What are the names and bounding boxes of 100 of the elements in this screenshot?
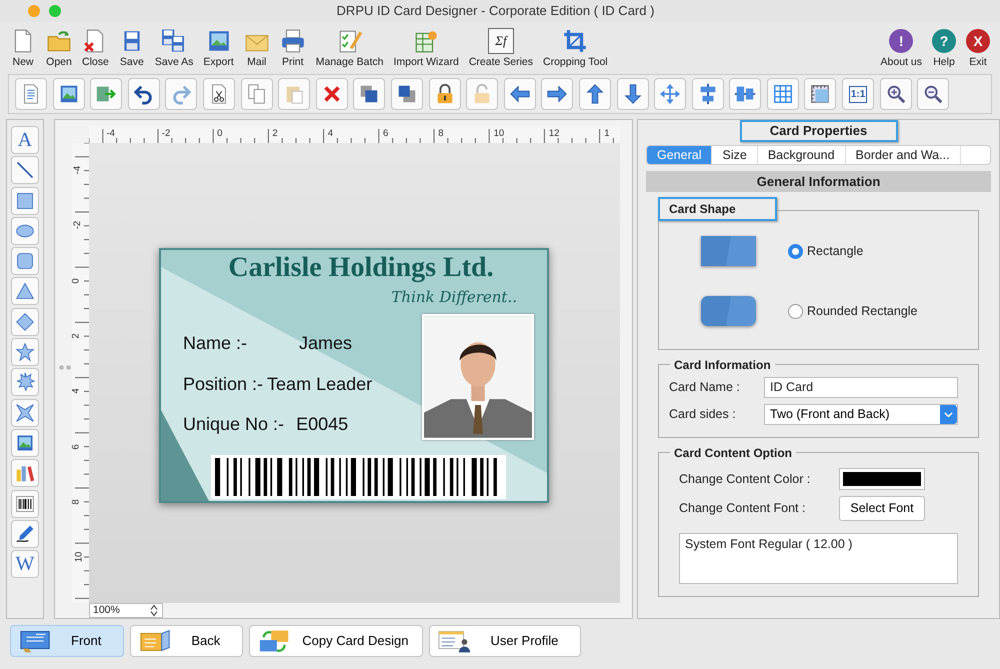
ruler-label: 2 <box>72 333 82 339</box>
shape-preview <box>701 296 756 326</box>
field-value: E0045 <box>296 413 348 436</box>
undo-icon <box>132 83 155 105</box>
zoom-out-icon <box>922 83 944 105</box>
radio-button[interactable] <box>788 244 803 258</box>
toolbar-button[interactable]: Mail <box>242 28 272 68</box>
field-label: Card Name : <box>669 379 740 396</box>
tool-button[interactable] <box>541 78 574 110</box>
toolbar-button[interactable]: Close <box>80 28 111 68</box>
company-name: Carlisle Holdings Ltd. <box>227 252 495 284</box>
ruler-label: 4 <box>72 388 82 394</box>
field-label: Change Content Color : <box>679 470 810 488</box>
zoom-field[interactable]: 100% <box>89 603 163 618</box>
pen-icon <box>15 524 35 544</box>
redo-icon <box>170 83 192 105</box>
toolbar-button[interactable]: ! About us <box>878 29 924 68</box>
ruler-label: -4 <box>73 166 84 174</box>
color-swatch[interactable] <box>839 468 925 490</box>
toolbar-button[interactable]: X Exit <box>964 29 992 68</box>
tab[interactable]: Back <box>130 625 244 657</box>
copy-icon <box>246 83 268 105</box>
ruler-label: -2 <box>73 221 84 230</box>
move-icon <box>659 83 682 105</box>
shape-preview <box>701 236 756 266</box>
letter-tool-icon: W <box>16 552 34 576</box>
ruler-label: -4 <box>106 129 115 139</box>
printer-icon <box>280 28 306 54</box>
four-point-star-icon <box>15 402 35 423</box>
grip-icon <box>59 365 71 370</box>
tool-button[interactable] <box>917 78 950 110</box>
dropdown[interactable]: Two (Front and Back) <box>764 404 958 425</box>
group-title: Card Shape <box>658 197 777 221</box>
round-badge-icon: ! <box>889 29 914 53</box>
tool-button[interactable] <box>880 78 912 110</box>
line-icon <box>15 160 35 180</box>
tool-button[interactable] <box>202 78 235 110</box>
ruler-label: 10 <box>494 129 504 139</box>
tool-button[interactable] <box>616 78 648 110</box>
tool-button[interactable] <box>428 78 461 110</box>
ruler-label: 12 <box>548 129 560 139</box>
actual-size-icon: 1:1 <box>848 86 868 102</box>
field-label: Change Content Font : <box>679 500 806 517</box>
ruler-label: 6 <box>383 129 388 139</box>
tool-button[interactable] <box>578 78 611 110</box>
rectangle-icon <box>15 190 35 211</box>
ruler-label: 0 <box>72 278 82 284</box>
tab[interactable]: Front <box>10 625 124 657</box>
stepper-icon <box>150 604 158 617</box>
toolbar-button[interactable]: Cropping Tool <box>541 28 610 68</box>
star-icon <box>15 342 35 362</box>
radio-button[interactable] <box>788 304 803 318</box>
tab[interactable]: User Profile <box>429 625 582 657</box>
ruler-icon <box>809 83 832 105</box>
starburst-icon <box>15 372 35 392</box>
toolbar-button[interactable]: Save As <box>152 28 196 68</box>
ruler-label: 8 <box>72 499 82 504</box>
picture-icon <box>15 432 35 453</box>
checklist-icon <box>336 28 363 54</box>
tool-button[interactable] <box>804 78 836 110</box>
panel-title: Card Properties <box>740 120 898 142</box>
toolbar-button[interactable]: ? Help <box>930 29 958 68</box>
radio-label: Rounded Rectangle <box>807 302 918 320</box>
user-profile-icon <box>438 629 472 653</box>
toolbar-button[interactable]: Σf Create Series <box>466 28 536 68</box>
letter-tool-icon: A <box>18 128 32 152</box>
toolbar-button[interactable]: Open <box>44 28 74 68</box>
tool-button[interactable]: W <box>11 550 39 578</box>
field-label: Card sides : <box>669 406 736 424</box>
tool-button[interactable]: 1:1 <box>842 78 874 110</box>
toolbar-button[interactable]: Print <box>278 28 308 68</box>
font-preview-field: System Font Regular ( 12.00 ) <box>679 532 958 584</box>
toolbar-button[interactable]: Manage Batch <box>314 28 386 68</box>
formula-icon: Σf <box>488 28 514 54</box>
arrow-left-icon <box>508 83 531 105</box>
select-font-button[interactable]: Select Font <box>839 496 925 521</box>
section-header: General Information <box>646 171 991 192</box>
ruler-label: -2 <box>162 129 170 139</box>
window-title: DRPU ID Card Designer - Corporate Edition ( ID Card ) <box>336 2 656 20</box>
field-label: Position :- <box>183 373 264 396</box>
tool-button[interactable] <box>11 490 39 518</box>
triangle-icon <box>15 281 35 302</box>
tool-button[interactable] <box>128 78 160 110</box>
toolbar-button[interactable]: New <box>8 28 38 68</box>
round-badge-icon: ? <box>932 29 956 53</box>
field-label: Name :- <box>183 332 248 355</box>
text-field[interactable]: ID Card <box>764 377 958 398</box>
toolbar-button[interactable]: Save <box>116 28 147 68</box>
group-title: Card Content Option <box>670 446 796 460</box>
toolbar-button[interactable]: Import Wizard <box>391 28 461 68</box>
tool-button[interactable]: A <box>11 126 39 154</box>
grid-icon <box>772 83 794 105</box>
barcode-icon <box>15 494 35 514</box>
round-badge-icon: X <box>966 29 990 53</box>
ruler-label: 8 <box>438 129 444 139</box>
tab[interactable]: Copy Card Design <box>249 625 424 657</box>
toolbar-button[interactable]: Export <box>201 28 236 68</box>
tool-button[interactable] <box>504 78 536 110</box>
radio-label: Rectangle <box>807 242 864 260</box>
arrow-right-icon <box>546 83 568 105</box>
